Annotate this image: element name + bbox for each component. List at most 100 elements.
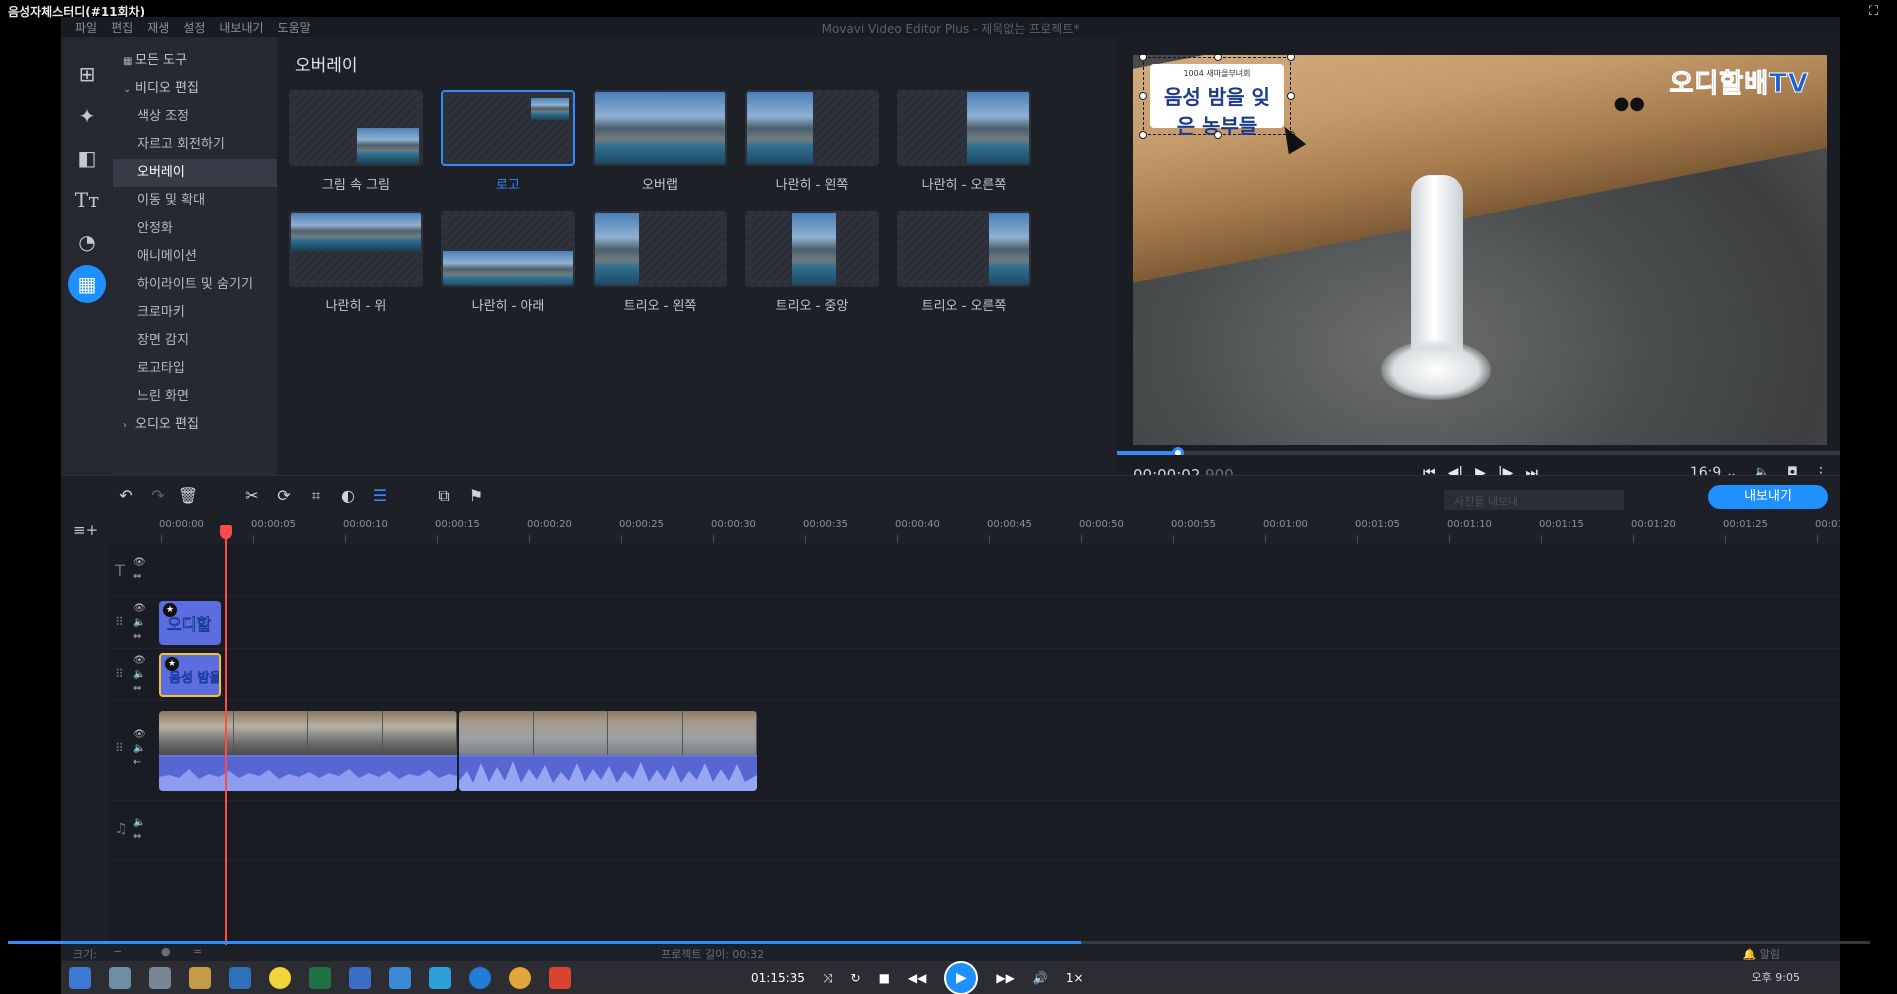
- export-button[interactable]: 내보내기: [1708, 485, 1828, 509]
- preview-video[interactable]: ●● 오디할배TV 1004 새마을부녀회 음성 밤을 잊은 농부들: [1133, 55, 1827, 445]
- arrow-left-icon[interactable]: ←: [133, 757, 146, 768]
- tree-item-crop-rotate[interactable]: 자르고 회전하기: [113, 131, 277, 159]
- overlay-tile-trio-right[interactable]: 트리오 - 오른쪽: [897, 211, 1031, 314]
- taskbar-app-icon[interactable]: [349, 967, 371, 989]
- player-speed[interactable]: 1×: [1066, 971, 1084, 985]
- overlay-icon[interactable]: ⧉: [433, 486, 455, 506]
- resize-handle[interactable]: [1139, 55, 1147, 61]
- chrome-browser-icon[interactable]: [509, 967, 531, 989]
- resize-handle[interactable]: [1214, 55, 1222, 61]
- tree-item-logo[interactable]: 로고타입: [113, 355, 277, 383]
- crop-icon[interactable]: ⌗: [305, 486, 327, 506]
- magic-wand-icon[interactable]: ✦: [68, 97, 106, 135]
- more-tools-icon[interactable]: ▦: [68, 265, 106, 303]
- logo-overlay-selection[interactable]: 1004 새마을부녀회 음성 밤을 잊은 농부들: [1139, 55, 1295, 139]
- player-seekbar[interactable]: [8, 941, 1870, 944]
- playhead[interactable]: [225, 529, 227, 947]
- fullscreen-icon[interactable]: ⛶: [1869, 4, 1887, 19]
- tree-item-highlight-conceal[interactable]: 하이라이트 및 숨기기: [113, 271, 277, 299]
- video-clip-1[interactable]: [159, 711, 457, 791]
- resize-handle[interactable]: [1139, 92, 1147, 100]
- shuffle-icon[interactable]: ⤨: [823, 971, 833, 986]
- visibility-eye-icon[interactable]: 👁: [133, 655, 146, 666]
- transitions-icon[interactable]: ◧: [68, 139, 106, 177]
- resize-handle[interactable]: [1287, 92, 1295, 100]
- timeline-ruler[interactable]: 00:00:00 00:00:05 00:00:10 00:00:15 00:00:20…: [109, 515, 1840, 545]
- resize-handle[interactable]: [1214, 131, 1222, 139]
- excel-icon[interactable]: [309, 967, 331, 989]
- fast-forward-icon[interactable]: ▶▶: [996, 971, 1014, 985]
- player-volume-icon[interactable]: 🔊: [1033, 971, 1048, 985]
- resize-handle[interactable]: [1139, 131, 1147, 139]
- overlay-clip-logo[interactable]: ★ 음성 밤을: [159, 653, 221, 697]
- overlay-clip-brand[interactable]: ★ 오디할: [159, 601, 221, 645]
- tree-item-animation[interactable]: 애니메이션: [113, 243, 277, 271]
- folder-icon[interactable]: [189, 967, 211, 989]
- tree-all-tools[interactable]: ▦ 모든 도구: [113, 47, 277, 75]
- repeat-icon[interactable]: ↻: [851, 971, 861, 985]
- menu-help[interactable]: 도움말: [278, 19, 311, 37]
- video-clip-2[interactable]: [459, 711, 757, 791]
- overlay-tile-side-top[interactable]: 나란히 - 위: [289, 211, 423, 314]
- overlay-tile-logo[interactable]: 로고: [441, 90, 575, 193]
- add-media-icon[interactable]: ⊞: [68, 55, 106, 93]
- menu-playback[interactable]: 재생: [147, 19, 169, 37]
- stop-icon[interactable]: ■: [879, 971, 890, 985]
- marker-flag-icon[interactable]: ⚑: [465, 486, 487, 506]
- mute-icon[interactable]: 🔈: [133, 617, 146, 628]
- zoom-slider-handle[interactable]: ●: [161, 945, 171, 958]
- mute-icon[interactable]: 🔈: [133, 817, 145, 828]
- titles-icon[interactable]: Tт: [68, 181, 106, 219]
- taskbar-app-icon[interactable]: [389, 967, 411, 989]
- drag-grip-icon[interactable]: ⠿: [115, 667, 124, 681]
- color-adjust-icon[interactable]: ◐: [337, 486, 359, 506]
- menu-file[interactable]: 파일: [75, 19, 97, 37]
- taskbar-app-icon[interactable]: [109, 967, 131, 989]
- undo-icon[interactable]: ↶: [115, 486, 137, 506]
- overlay-tile-side-bottom[interactable]: 나란히 - 아래: [441, 211, 575, 314]
- mute-icon[interactable]: 🔈: [133, 743, 146, 754]
- overlay-tile-trio-left[interactable]: 트리오 - 왼쪽: [593, 211, 727, 314]
- rewind-icon[interactable]: ◀◀: [908, 971, 926, 985]
- clip-properties-icon[interactable]: ☰: [369, 486, 391, 506]
- kakaotalk-icon[interactable]: [269, 967, 291, 989]
- zoom-in-icon[interactable]: =: [193, 945, 202, 958]
- tree-item-scene-detect[interactable]: 장면 감지: [113, 327, 277, 355]
- tree-item-slow-motion[interactable]: 느린 화면: [113, 383, 277, 411]
- taskbar-clock[interactable]: 오후 9:05: [1752, 969, 1800, 985]
- tree-item-stabilize[interactable]: 안정화: [113, 215, 277, 243]
- zoom-out-icon[interactable]: −: [113, 945, 122, 958]
- taskbar-app-icon[interactable]: [549, 967, 571, 989]
- edge-browser-icon[interactable]: [469, 967, 491, 989]
- link-icon[interactable]: ⇔: [133, 631, 146, 642]
- overlay-tile-side-left[interactable]: 나란히 - 왼쪽: [745, 90, 879, 193]
- visibility-eye-icon[interactable]: 👁: [133, 729, 146, 740]
- taskbar-app-icon[interactable]: [429, 967, 451, 989]
- overlay-tile-side-right[interactable]: 나란히 - 오른쪽: [897, 90, 1031, 193]
- visibility-eye-icon[interactable]: 👁: [133, 557, 146, 568]
- tree-item-pan-zoom[interactable]: 이동 및 확대: [113, 187, 277, 215]
- menu-edit[interactable]: 편집: [111, 19, 133, 37]
- tree-item-chroma-key[interactable]: 크로마키: [113, 299, 277, 327]
- tree-video-editing[interactable]: ⌄ 비디오 편집: [113, 75, 277, 103]
- overlay-tile-trio-center[interactable]: 트리오 - 중앙: [745, 211, 879, 314]
- add-track-icon[interactable]: ≡+: [73, 521, 98, 539]
- drag-grip-icon[interactable]: ⠿: [115, 741, 124, 755]
- link-icon[interactable]: ⇔: [133, 831, 145, 842]
- tree-audio-editing[interactable]: › 오디오 편집: [113, 411, 277, 439]
- visibility-eye-icon[interactable]: 👁: [133, 603, 146, 614]
- redo-icon[interactable]: ↷: [147, 486, 169, 506]
- menu-export[interactable]: 내보내기: [219, 19, 263, 37]
- notifications-link[interactable]: 🔔 알림: [1743, 946, 1780, 961]
- link-icon[interactable]: ⇔: [133, 683, 146, 694]
- overlay-tile-pip[interactable]: 그림 속 그림: [289, 90, 423, 193]
- tree-item-overlay[interactable]: 오버레이: [113, 159, 277, 187]
- menu-settings[interactable]: 설정: [183, 19, 205, 37]
- player-play-button[interactable]: ▶: [944, 961, 979, 994]
- link-icon[interactable]: ⇔: [133, 571, 146, 582]
- tree-item-color[interactable]: 색상 조정: [113, 103, 277, 131]
- mute-icon[interactable]: 🔈: [133, 669, 146, 680]
- windows-start-icon[interactable]: [69, 967, 91, 989]
- overlay-tile-overlap[interactable]: 오버랩: [593, 90, 727, 193]
- taskbar-app-icon[interactable]: [229, 967, 251, 989]
